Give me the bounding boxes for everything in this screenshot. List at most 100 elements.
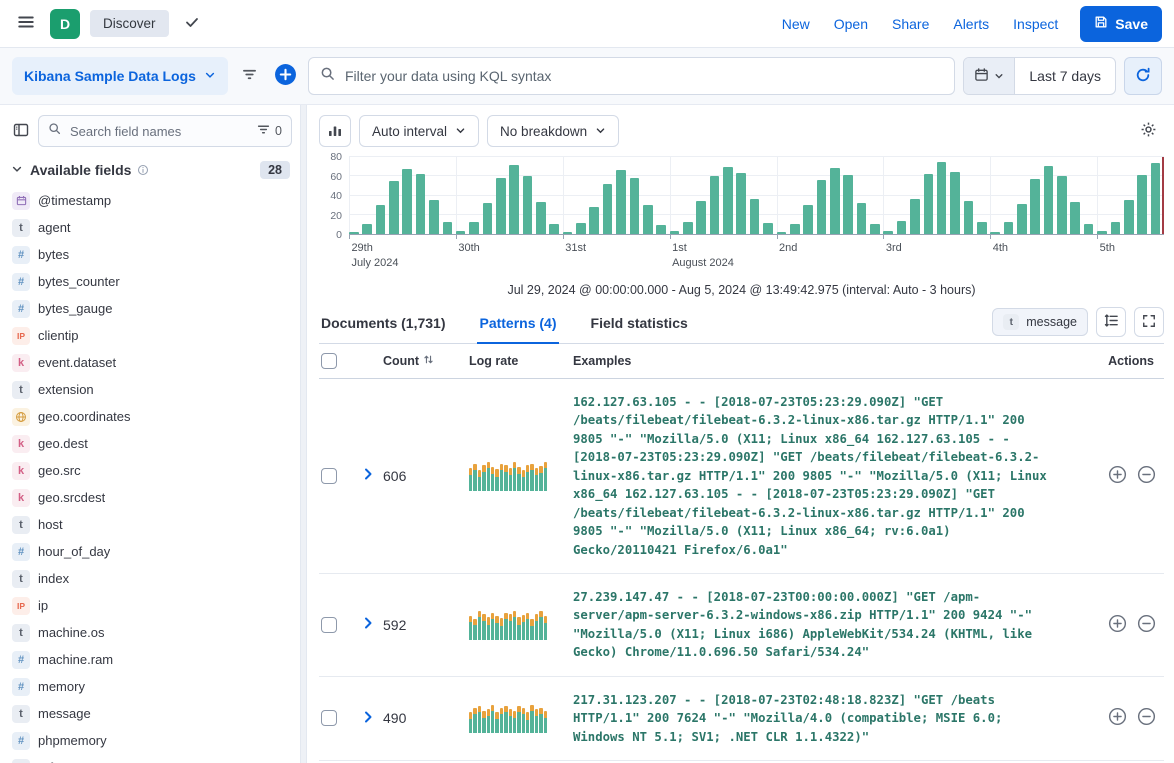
message-field-badge[interactable]: t message: [992, 308, 1088, 336]
field-item-message[interactable]: tmessage: [6, 700, 294, 727]
save-button[interactable]: Save: [1080, 6, 1162, 42]
filter-out-pattern-button[interactable]: [1137, 465, 1156, 487]
histogram-bar: [576, 223, 586, 234]
tab-patterns[interactable]: Patterns (4): [477, 305, 558, 344]
field-item-referer[interactable]: treferer: [6, 754, 294, 763]
field-item-bytes_gauge[interactable]: #bytes_gauge: [6, 295, 294, 322]
pattern-count: 490: [383, 710, 469, 726]
add-filter-button[interactable]: [271, 60, 300, 92]
edit-visualization-button[interactable]: [319, 115, 351, 147]
nav-link-open[interactable]: Open: [834, 16, 868, 32]
sparkline-bar: [522, 615, 525, 640]
tab-documents[interactable]: Documents (1,731): [319, 305, 447, 344]
info-icon[interactable]: [137, 164, 149, 176]
field-name: geo.dest: [38, 436, 88, 451]
field-item-extension[interactable]: textension: [6, 376, 294, 403]
histogram-bar: [803, 205, 813, 234]
bar-chart-icon: [327, 122, 343, 141]
field-type-ip-icon: IP: [12, 597, 30, 615]
field-item-clientip[interactable]: IPclientip: [6, 322, 294, 349]
pattern-example: 27.239.147.47 - - [2018-07-23T00:00:00.0…: [573, 586, 1076, 664]
field-item-machine.ram[interactable]: #machine.ram: [6, 646, 294, 673]
chart-options-button[interactable]: [1132, 115, 1164, 147]
x-axis-tick-label: 4th: [993, 241, 1008, 256]
field-item-machine.os[interactable]: tmachine.os: [6, 619, 294, 646]
histogram-plot[interactable]: [349, 157, 1164, 235]
nav-link-inspect[interactable]: Inspect: [1013, 16, 1058, 32]
current-time-marker: [1162, 157, 1164, 234]
field-item-geo.srcdest[interactable]: kgeo.srcdest: [6, 484, 294, 511]
field-name: hour_of_day: [38, 544, 110, 559]
count-column-header[interactable]: Count: [383, 353, 469, 369]
quick-select-button[interactable]: [964, 58, 1015, 94]
saved-search-check-button[interactable]: [179, 9, 205, 38]
filters-button[interactable]: [236, 61, 263, 91]
fullscreen-button[interactable]: [1134, 307, 1164, 337]
histogram-bar: [857, 203, 867, 234]
space-avatar[interactable]: D: [50, 9, 80, 39]
field-item-index[interactable]: tindex: [6, 565, 294, 592]
field-item-host[interactable]: thost: [6, 511, 294, 538]
field-type-text-icon: t: [12, 381, 30, 399]
histogram-bar: [630, 178, 640, 234]
filter-for-pattern-button[interactable]: [1108, 614, 1127, 636]
field-item-geo.dest[interactable]: kgeo.dest: [6, 430, 294, 457]
breadcrumb-discover[interactable]: Discover: [90, 10, 169, 37]
sparkline-bar: [544, 462, 547, 491]
field-item-memory[interactable]: #memory: [6, 673, 294, 700]
tab-field-statistics[interactable]: Field statistics: [589, 305, 690, 344]
field-type-filter-button[interactable]: 0: [257, 123, 282, 139]
sparkline-bar: [535, 468, 538, 491]
row-checkbox[interactable]: [321, 617, 337, 633]
filter-for-pattern-button[interactable]: [1108, 465, 1127, 487]
nav-link-alerts[interactable]: Alerts: [953, 16, 989, 32]
x-axis-tick: [349, 235, 350, 239]
sparkline-bar: [517, 467, 520, 491]
field-item-event.dataset[interactable]: kevent.dataset: [6, 349, 294, 376]
select-all-checkbox[interactable]: [321, 353, 337, 369]
field-item-geo.coordinates[interactable]: geo.coordinates: [6, 403, 294, 430]
field-item-@timestamp[interactable]: @timestamp: [6, 187, 294, 214]
filter-out-pattern-button[interactable]: [1137, 707, 1156, 729]
sparkline-bar: [526, 712, 529, 733]
collapse-available-fields-button[interactable]: [10, 162, 24, 179]
row-height-button[interactable]: [1096, 307, 1126, 337]
refresh-button[interactable]: [1124, 57, 1162, 95]
field-item-phpmemory[interactable]: #phpmemory: [6, 727, 294, 754]
histogram-bar: [389, 181, 399, 234]
field-search-input[interactable]: [68, 123, 250, 140]
x-axis-tick: [456, 235, 457, 239]
breakdown-select[interactable]: No breakdown: [487, 115, 619, 147]
field-type-number-icon: #: [12, 543, 30, 561]
plus-in-circle-icon: [1108, 472, 1127, 487]
sparkline-bar: [473, 708, 476, 734]
sparkline-bar: [517, 706, 520, 733]
filter-for-pattern-button[interactable]: [1108, 707, 1127, 729]
x-axis-tick: [670, 235, 671, 239]
field-item-bytes[interactable]: #bytes: [6, 241, 294, 268]
row-checkbox[interactable]: [321, 710, 337, 726]
expand-row-button[interactable]: [353, 466, 383, 485]
y-axis-tick-label: 60: [330, 171, 342, 183]
row-checkbox[interactable]: [321, 468, 337, 484]
filter-out-pattern-button[interactable]: [1137, 614, 1156, 636]
expand-row-button[interactable]: [353, 709, 383, 728]
time-range-value[interactable]: Last 7 days: [1015, 58, 1115, 94]
nav-link-share[interactable]: Share: [892, 16, 929, 32]
menu-button[interactable]: [12, 8, 40, 39]
field-item-bytes_counter[interactable]: #bytes_counter: [6, 268, 294, 295]
x-axis-tick-label: 1stAugust 2024: [672, 241, 734, 271]
panel-resize-handle[interactable]: [300, 105, 307, 763]
filter-funnel-icon: [257, 123, 270, 139]
kql-search-input[interactable]: [343, 67, 943, 85]
data-view-picker[interactable]: Kibana Sample Data Logs: [12, 57, 228, 95]
field-item-geo.src[interactable]: kgeo.src: [6, 457, 294, 484]
field-item-ip[interactable]: IPip: [6, 592, 294, 619]
nav-link-new[interactable]: New: [782, 16, 810, 32]
collapse-sidebar-button[interactable]: [8, 117, 34, 146]
histogram-bar: [736, 173, 746, 234]
expand-row-button[interactable]: [353, 615, 383, 634]
interval-select[interactable]: Auto interval: [359, 115, 479, 147]
field-item-hour_of_day[interactable]: # hour_of_day: [6, 538, 294, 565]
field-item-agent[interactable]: tagent: [6, 214, 294, 241]
